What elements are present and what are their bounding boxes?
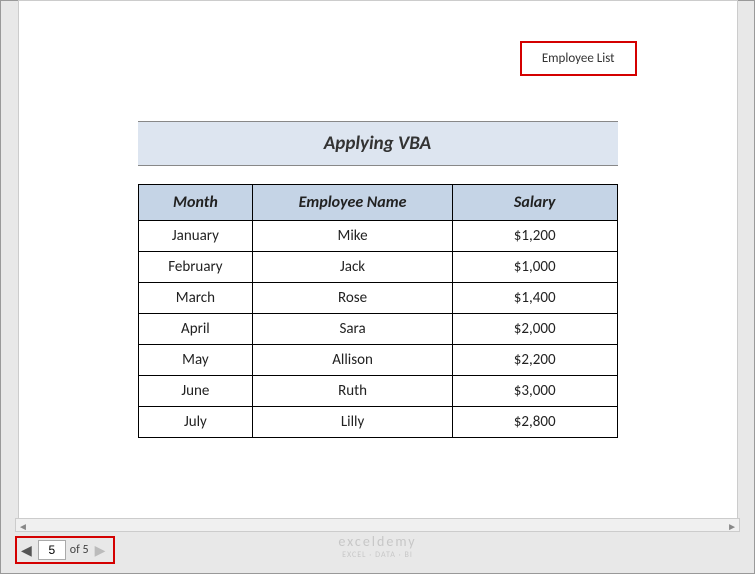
table-row: April Sara $2,000 xyxy=(138,314,617,345)
col-employee-name: Employee Name xyxy=(253,185,453,221)
table-row: May Allison $2,200 xyxy=(138,345,617,376)
employee-table: Month Employee Name Salary January Mike … xyxy=(138,184,618,438)
next-page-icon[interactable]: ▶ xyxy=(93,542,108,559)
table-header-row: Month Employee Name Salary xyxy=(138,185,617,221)
table-row: June Ruth $3,000 xyxy=(138,376,617,407)
page-title: Applying VBA xyxy=(138,121,618,166)
prev-page-icon[interactable]: ◀ xyxy=(19,542,34,559)
col-month: Month xyxy=(138,185,253,221)
of-label: of 5 xyxy=(70,543,89,557)
horizontal-scrollbar[interactable]: ◄ ► xyxy=(15,518,740,532)
table-row: July Lilly $2,800 xyxy=(138,407,617,438)
scroll-right-icon[interactable]: ► xyxy=(727,520,737,533)
col-salary: Salary xyxy=(452,185,617,221)
page-number-input[interactable] xyxy=(38,540,66,560)
page-navigation: ◀ of 5 ▶ xyxy=(15,536,115,564)
table-row: January Mike $1,200 xyxy=(138,221,617,252)
table-row: February Jack $1,000 xyxy=(138,252,617,283)
header-label: Employee List xyxy=(520,41,637,76)
scroll-left-icon[interactable]: ◄ xyxy=(18,520,28,533)
watermark: exceldemy EXCEL · DATA · BI xyxy=(338,533,416,560)
print-preview-page: Employee List Applying VBA Month Employe… xyxy=(18,0,738,520)
table-row: March Rose $1,400 xyxy=(138,283,617,314)
